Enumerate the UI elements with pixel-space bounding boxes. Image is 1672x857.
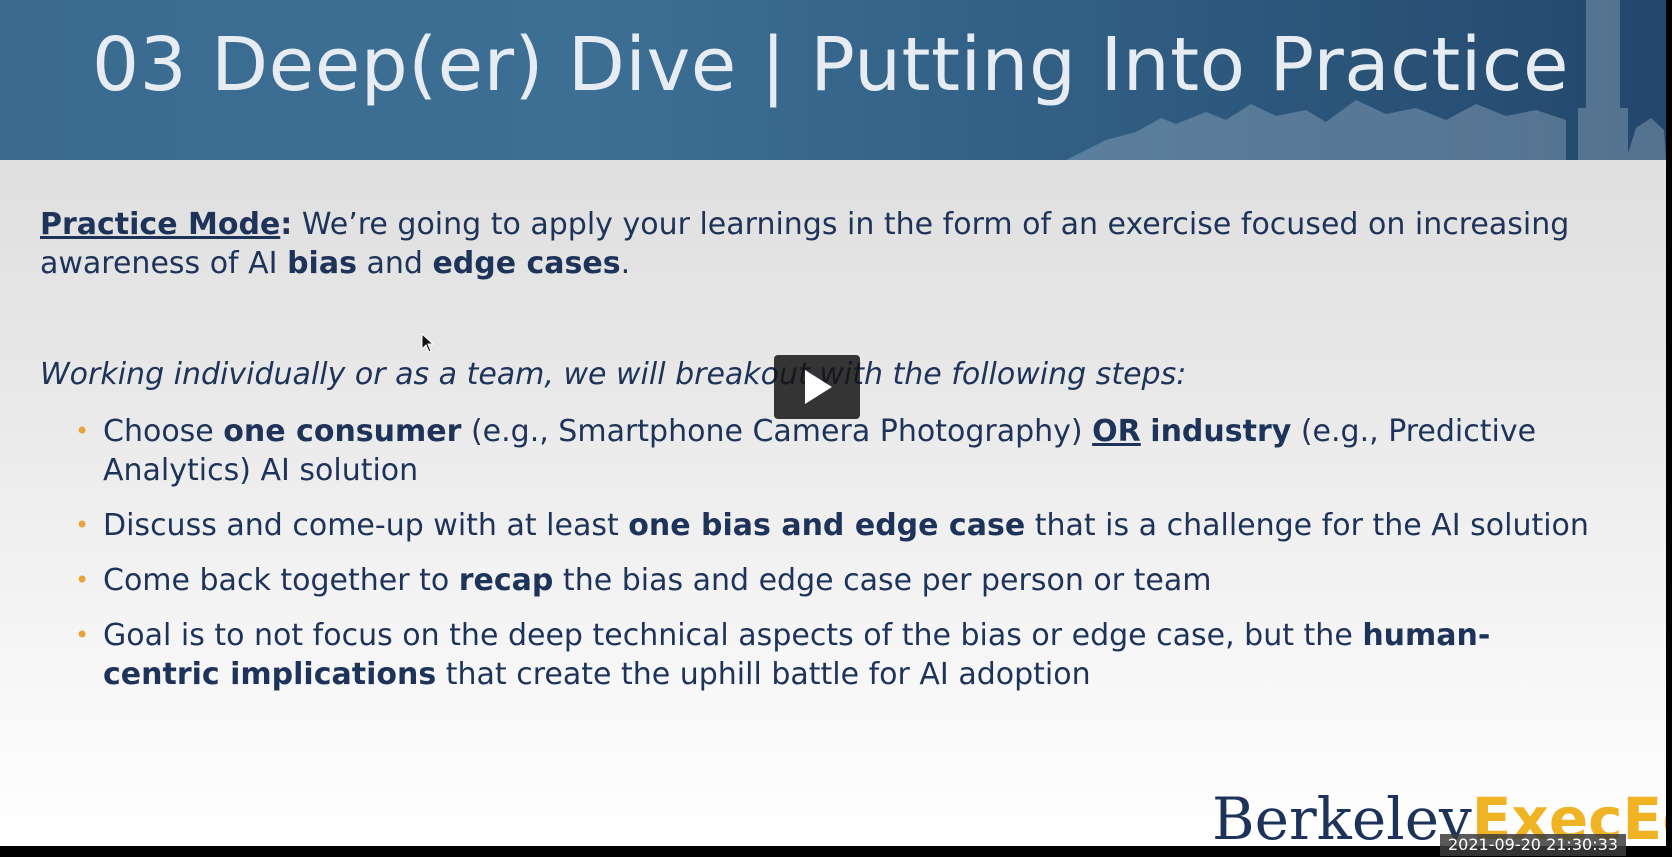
bullet-dot-icon: •	[75, 511, 90, 539]
list-item: • Choose one consumer (e.g., Smartphone C…	[75, 414, 1537, 488]
mouse-cursor-icon	[421, 333, 435, 353]
letterbox-bottom	[0, 846, 1672, 857]
letterbox-right	[1666, 0, 1672, 857]
edge-cases-term: edge cases	[432, 246, 621, 281]
play-button[interactable]	[774, 355, 860, 419]
slide-title: 03 Deep(er) Dive | Putting Into Practice	[92, 22, 1570, 108]
play-icon[interactable]	[774, 355, 860, 419]
recording-timestamp: 2021-09-20 21:30:33	[1440, 834, 1626, 856]
steps-intro: Working individually or as a team, we wi…	[40, 357, 1187, 392]
video-frame[interactable]: 03 Deep(er) Dive | Putting Into Practice…	[0, 0, 1666, 846]
bullet-dot-icon: •	[75, 621, 90, 649]
slide-header: 03 Deep(er) Dive | Putting Into Practice	[0, 0, 1666, 160]
bias-term: bias	[287, 246, 357, 281]
slide-body: Practice Mode: We’re going to apply your…	[40, 205, 1600, 283]
list-item: • Come back together to recap the bias an…	[75, 563, 1212, 598]
list-item: • Goal is to not focus on the deep techni…	[75, 618, 1491, 692]
steps-list: • Choose one consumer (e.g., Smartphone C…	[40, 412, 1600, 710]
bullet-dot-icon: •	[75, 417, 90, 445]
practice-mode-paragraph: Practice Mode: We’re going to apply your…	[40, 207, 1570, 281]
list-item: • Discuss and come-up with at least one b…	[75, 508, 1589, 543]
bullet-dot-icon: •	[75, 566, 90, 594]
practice-mode-label: Practice Mode:	[40, 207, 293, 242]
